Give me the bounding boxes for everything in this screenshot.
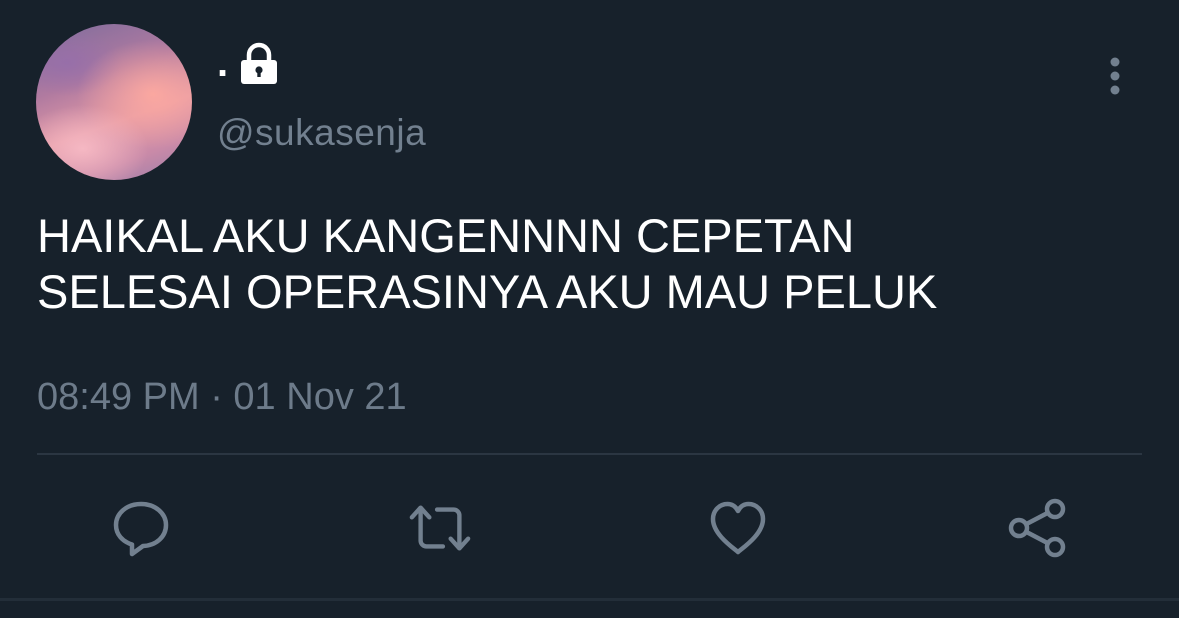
avatar[interactable] bbox=[36, 24, 192, 180]
tweet-text-line: SELESAI OPERASINYA AKU MAU PELUK bbox=[37, 265, 938, 318]
user-handle[interactable]: @sukasenja bbox=[217, 110, 426, 156]
retweet-icon bbox=[409, 505, 471, 551]
reply-button[interactable] bbox=[109, 496, 173, 560]
tweet-card: . @sukasenja HAIKAL AKU KANGENNNN CEPETA… bbox=[0, 0, 1179, 618]
bottom-divider bbox=[0, 598, 1179, 601]
tweet-text-line: HAIKAL AKU KANGENNNN CEPETAN bbox=[37, 209, 855, 262]
share-button[interactable] bbox=[1006, 496, 1070, 560]
display-name-row[interactable]: . bbox=[217, 38, 280, 88]
heart-icon bbox=[710, 501, 766, 555]
divider bbox=[37, 453, 1142, 455]
retweet-button[interactable] bbox=[408, 496, 472, 560]
more-vertical-icon[interactable] bbox=[1101, 54, 1129, 100]
comment-icon bbox=[113, 501, 169, 557]
tweet-timestamp[interactable]: 08:49 PM · 01 Nov 21 bbox=[37, 374, 407, 420]
display-name: . bbox=[217, 41, 229, 85]
tweet-text: HAIKAL AKU KANGENNNN CEPETAN SELESAI OPE… bbox=[37, 208, 1137, 320]
like-button[interactable] bbox=[706, 496, 770, 560]
lock-icon bbox=[241, 42, 278, 84]
share-icon bbox=[1008, 498, 1066, 558]
